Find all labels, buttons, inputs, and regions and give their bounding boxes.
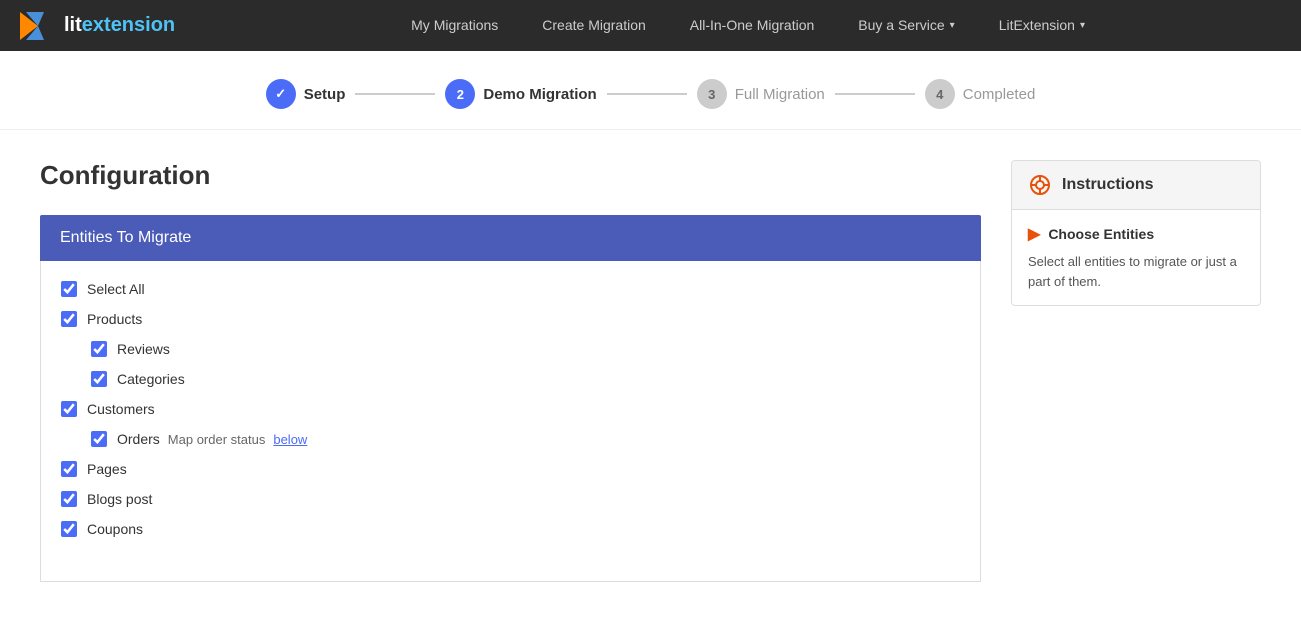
- instructions-box: Instructions ▶ Choose Entities Select al…: [1011, 160, 1261, 306]
- checkbox-pages-label[interactable]: Pages: [87, 461, 127, 477]
- orange-arrow-icon: ▶: [1028, 224, 1040, 244]
- checkbox-orders: Orders Map order status below: [91, 431, 960, 447]
- checkbox-products-label[interactable]: Products: [87, 311, 142, 327]
- main-content: Configuration Entities To Migrate Select…: [0, 130, 1301, 612]
- checkbox-coupons: Coupons: [61, 521, 960, 537]
- checkbox-customers-label[interactable]: Customers: [87, 401, 155, 417]
- step-connector-2: [607, 93, 687, 95]
- left-panel: Configuration Entities To Migrate Select…: [40, 160, 981, 582]
- checkbox-coupons-input[interactable]: [61, 521, 77, 537]
- step-connector-1: [355, 93, 435, 95]
- nav-litextension[interactable]: LitExtension ▾: [977, 0, 1107, 51]
- checkbox-reviews: Reviews: [91, 341, 960, 357]
- checkbox-products: Products: [61, 311, 960, 327]
- lifebuoy-icon: [1028, 173, 1052, 197]
- right-panel: Instructions ▶ Choose Entities Select al…: [1011, 160, 1261, 582]
- navbar-nav: My Migrations Create Migration All-In-On…: [215, 0, 1281, 51]
- step-4: 4 Completed: [925, 79, 1036, 109]
- entities-body: Select All Products Reviews Categories: [40, 261, 981, 582]
- entities-header: Entities To Migrate: [40, 215, 981, 261]
- instructions-body: ▶ Choose Entities Select all entities to…: [1012, 210, 1260, 305]
- step-3-label: Full Migration: [735, 86, 825, 103]
- instructions-title: Instructions: [1062, 176, 1154, 194]
- checkbox-customers: Customers: [61, 401, 960, 417]
- nav-my-migrations[interactable]: My Migrations: [389, 0, 520, 51]
- step-1-label: Setup: [304, 86, 346, 103]
- orders-row: Orders Map order status below: [117, 431, 307, 447]
- page-title: Configuration: [40, 160, 981, 191]
- choose-entities-title: ▶ Choose Entities: [1028, 224, 1244, 244]
- step-2-label: Demo Migration: [483, 86, 596, 103]
- map-order-text: Map order status: [168, 432, 266, 447]
- buy-service-dropdown-arrow: ▾: [950, 0, 955, 51]
- checkbox-blogs: Blogs post: [61, 491, 960, 507]
- navbar: litextension My Migrations Create Migrat…: [0, 0, 1301, 51]
- checkbox-reviews-input[interactable]: [91, 341, 107, 357]
- logo-text: litextension: [64, 14, 175, 37]
- checkbox-coupons-label[interactable]: Coupons: [87, 521, 143, 537]
- step-4-circle: 4: [925, 79, 955, 109]
- litextension-dropdown-arrow: ▾: [1080, 0, 1085, 51]
- step-connector-3: [835, 93, 915, 95]
- checkbox-select-all-input[interactable]: [61, 281, 77, 297]
- step-1: ✓ Setup: [266, 79, 346, 109]
- checkbox-blogs-input[interactable]: [61, 491, 77, 507]
- choose-entities-desc: Select all entities to migrate or just a…: [1028, 252, 1244, 291]
- nav-buy-service[interactable]: Buy a Service ▾: [836, 0, 976, 51]
- checkbox-customers-input[interactable]: [61, 401, 77, 417]
- checkbox-blogs-label[interactable]: Blogs post: [87, 491, 152, 507]
- checkbox-products-input[interactable]: [61, 311, 77, 327]
- checkbox-pages-input[interactable]: [61, 461, 77, 477]
- checkbox-categories-label[interactable]: Categories: [117, 371, 185, 387]
- stepper: ✓ Setup 2 Demo Migration 3 Full Migratio…: [0, 51, 1301, 130]
- nav-all-in-one[interactable]: All-In-One Migration: [668, 0, 837, 51]
- step-2-circle: 2: [445, 79, 475, 109]
- checkbox-categories-input[interactable]: [91, 371, 107, 387]
- instructions-header: Instructions: [1012, 161, 1260, 210]
- checkbox-select-all: Select All: [61, 281, 960, 297]
- step-4-label: Completed: [963, 86, 1036, 103]
- nav-create-migration[interactable]: Create Migration: [520, 0, 668, 51]
- logo-icon: [20, 8, 56, 44]
- step-2: 2 Demo Migration: [445, 79, 596, 109]
- checkbox-select-all-label[interactable]: Select All: [87, 281, 145, 297]
- step-3: 3 Full Migration: [697, 79, 825, 109]
- checkbox-categories: Categories: [91, 371, 960, 387]
- checkbox-reviews-label[interactable]: Reviews: [117, 341, 170, 357]
- checkbox-orders-label[interactable]: Orders: [117, 431, 160, 447]
- entities-to-migrate: Entities To Migrate Select All Products …: [40, 215, 981, 582]
- checkbox-orders-input[interactable]: [91, 431, 107, 447]
- step-3-circle: 3: [697, 79, 727, 109]
- map-order-link[interactable]: below: [273, 432, 307, 447]
- brand-logo[interactable]: litextension: [20, 8, 175, 44]
- step-1-circle: ✓: [266, 79, 296, 109]
- checkbox-pages: Pages: [61, 461, 960, 477]
